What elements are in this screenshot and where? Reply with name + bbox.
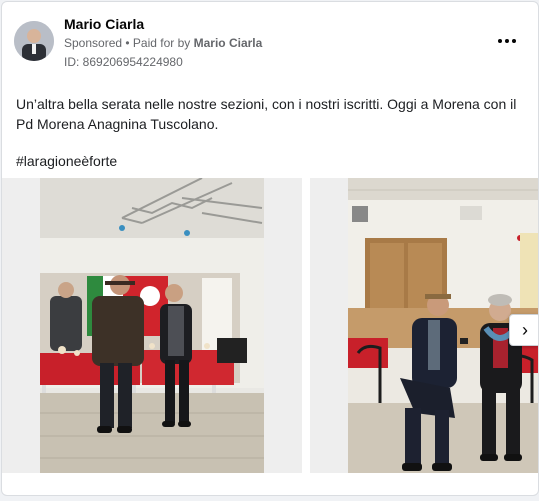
chevron-right-icon: › xyxy=(522,319,528,340)
post-text: Un’altra bella serata nelle nostre sezio… xyxy=(16,96,517,132)
separator-dot: • xyxy=(122,36,133,50)
carousel-image-1[interactable] xyxy=(2,178,302,473)
more-options-icon[interactable] xyxy=(496,34,518,48)
sponsored-line: Sponsored • Paid for by Mario Ciarla xyxy=(64,36,262,50)
avatar[interactable] xyxy=(14,21,54,61)
ad-card: Mario Ciarla Sponsored • Paid for by Mar… xyxy=(1,1,539,496)
sponsored-label: Sponsored xyxy=(64,36,123,50)
author-name[interactable]: Mario Ciarla xyxy=(64,16,144,32)
ad-id: ID: 869206954224980 xyxy=(64,55,183,69)
media-carousel xyxy=(2,178,538,475)
hashtag[interactable]: #laragioneèforte xyxy=(16,153,117,169)
paid-for-name[interactable]: Mario Ciarla xyxy=(194,36,263,50)
paid-for-label: Paid for by xyxy=(132,36,194,50)
carousel-image-2[interactable] xyxy=(310,178,538,473)
carousel-next-button[interactable]: › xyxy=(509,314,538,346)
